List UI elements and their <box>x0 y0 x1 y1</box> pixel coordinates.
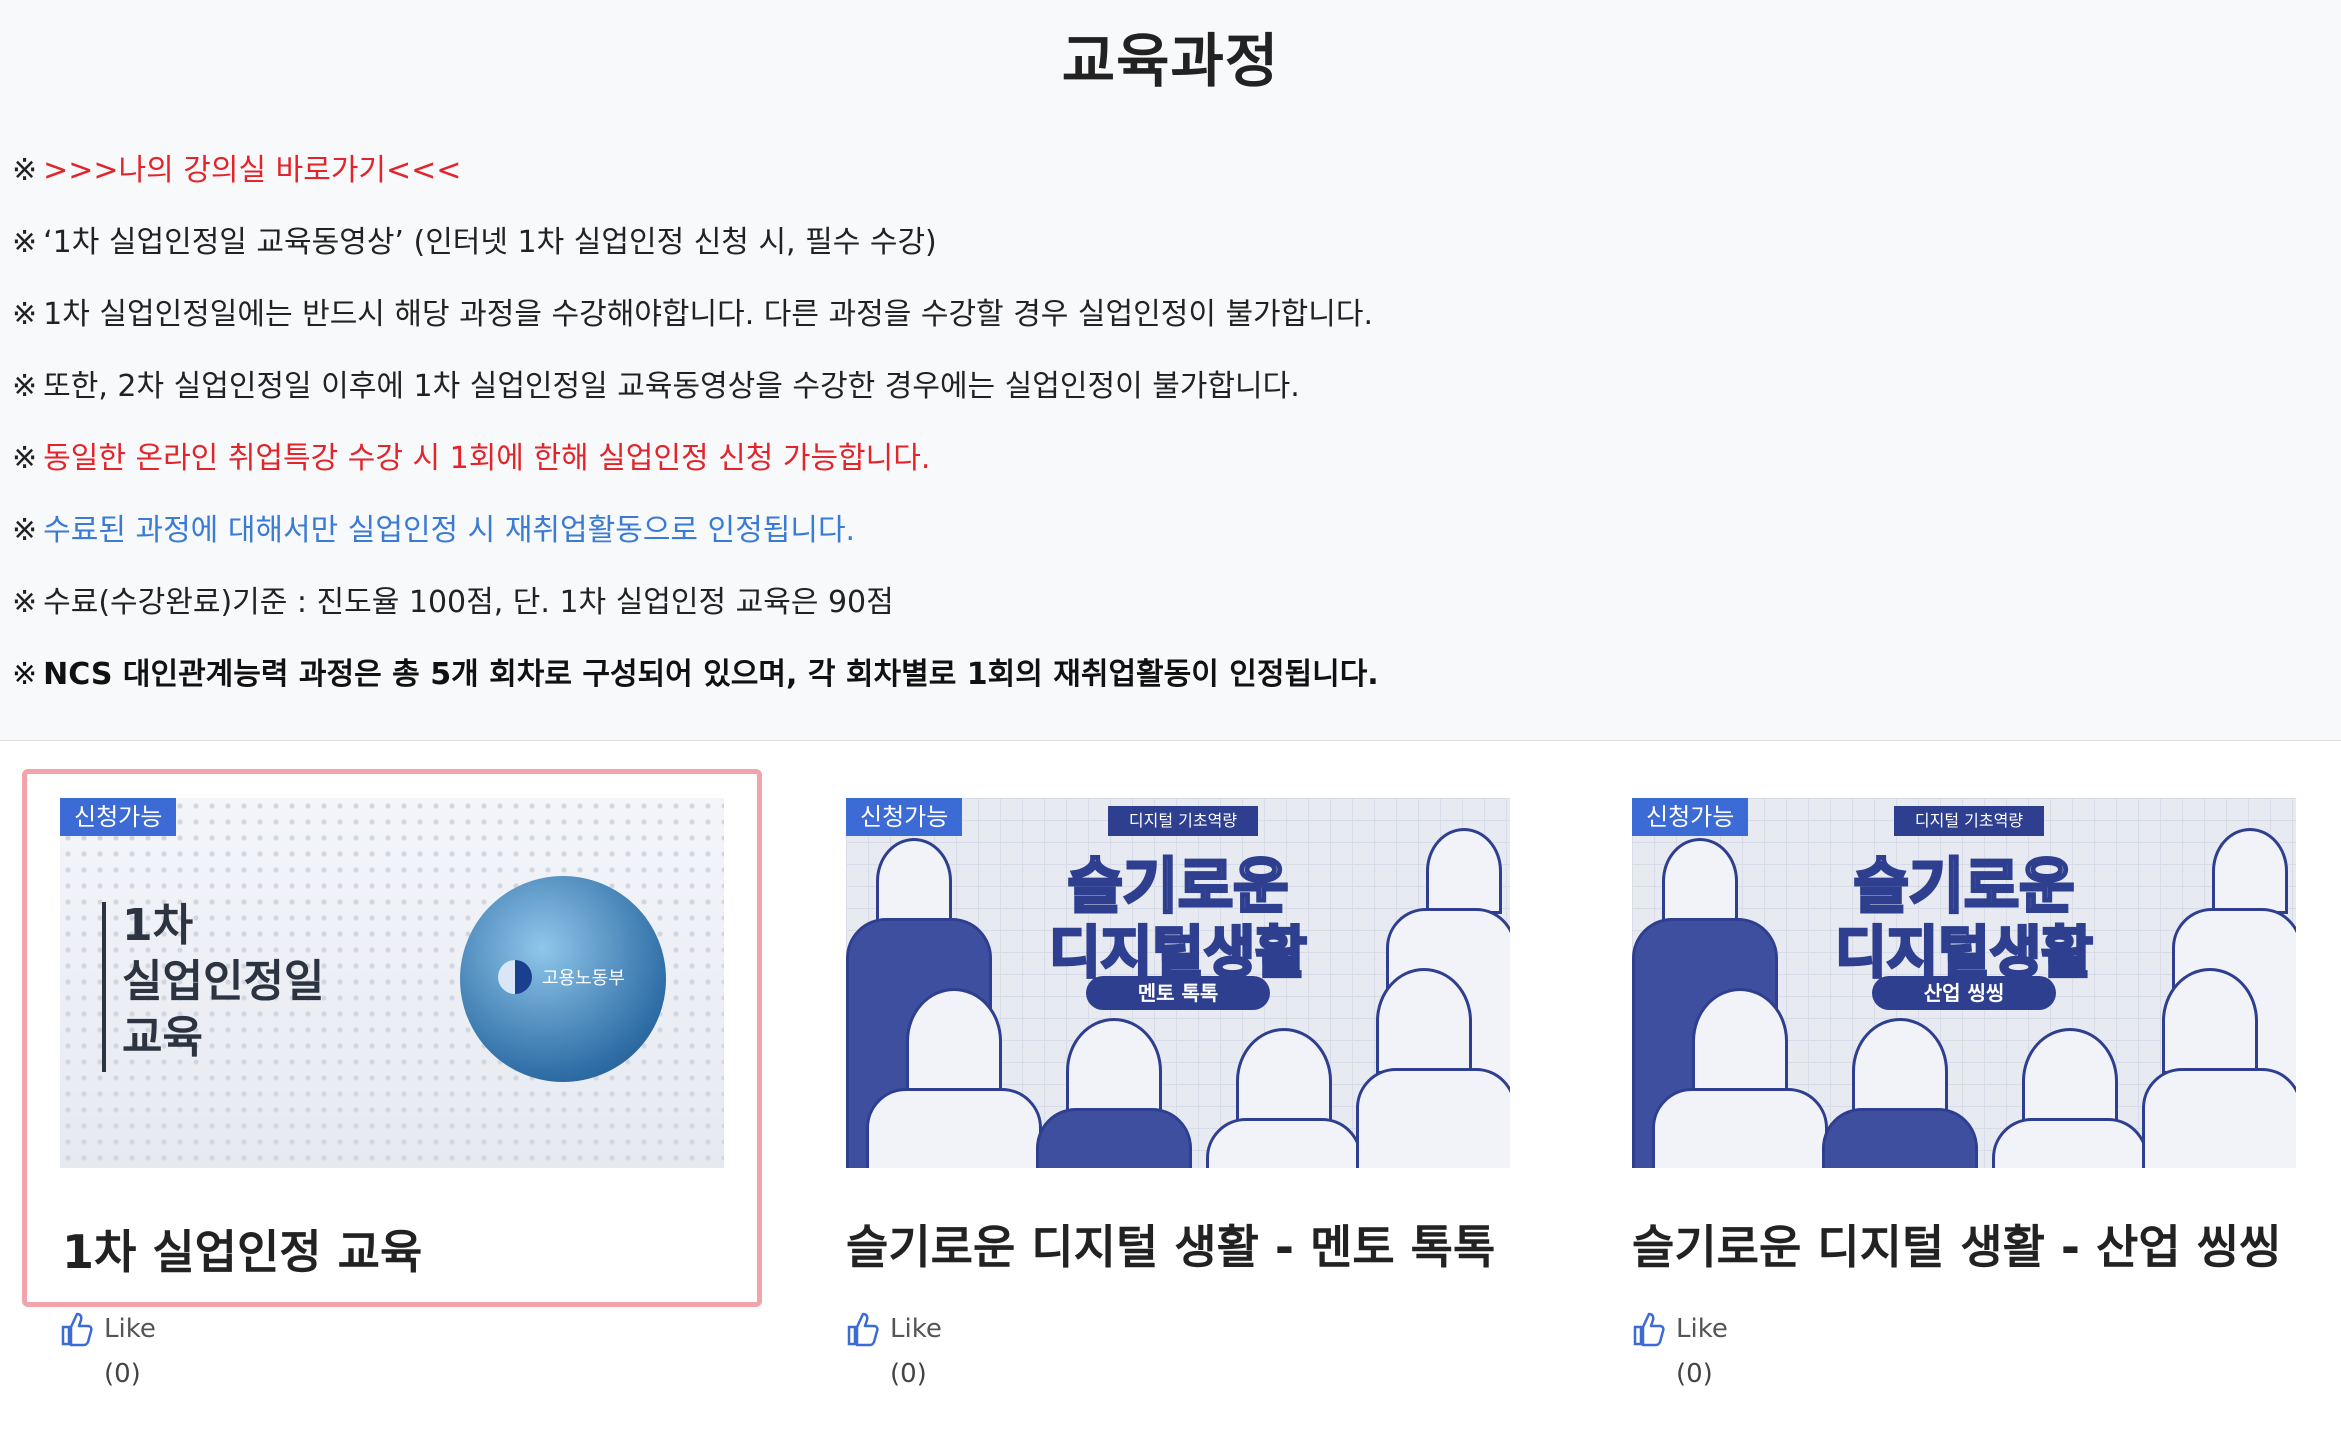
thumbnail-title: 1차 실업인정일 교육 <box>122 898 324 1066</box>
like-label: Like <box>104 1314 156 1344</box>
person-illustration <box>1822 1108 1978 1168</box>
notice-item: ※ ‘1차 실업인정일 교육동영상’ (인터넷 1차 실업인정 신청 시, 필수 … <box>12 217 2332 289</box>
notice-text: NCS 대인관계능력 과정은 총 5개 회차로 구성되어 있으며, 각 회차별로… <box>43 657 1379 692</box>
my-classroom-link[interactable]: >>>나의 강의실 바로가기<<< <box>43 153 461 188</box>
thumbnail-ribbon: 디지털 기초역량 <box>1894 806 2044 836</box>
like-button[interactable]: Like <box>60 1309 156 1349</box>
notice-text: 수료된 과정에 대해서만 실업인정 시 재취업활동으로 인정됩니다. <box>43 513 856 548</box>
notice-text: 1차 실업인정일에는 반드시 해당 과정을 수강해야합니다. 다른 과정을 수강… <box>43 297 1373 332</box>
person-illustration <box>1036 1108 1192 1168</box>
course-title[interactable]: 1차 실업인정 교육 <box>62 1216 422 1282</box>
like-count: (0) <box>104 1359 141 1389</box>
notice-item: ※ 1차 실업인정일에는 반드시 해당 과정을 수강해야합니다. 다른 과정을 수… <box>12 289 2332 361</box>
person-illustration <box>2142 1068 2296 1168</box>
notice-classroom-link[interactable]: ※ >>>나의 강의실 바로가기<<< <box>12 145 2332 217</box>
like-count: (0) <box>1676 1359 1713 1389</box>
thumbs-up-icon <box>847 1312 879 1347</box>
course-thumbnail[interactable]: 신청가능 1차 실업인정일 교육 고용노동부 <box>60 798 724 1168</box>
thumbnail-ribbon: 디지털 기초역량 <box>1108 806 1258 836</box>
course-card: 디지털 기초역량 슬기로운 디지털생활 산업 씽씽 신청가능 슬기로운 디지털 … <box>1572 741 2341 1447</box>
globe-image: 고용노동부 <box>460 876 666 1082</box>
accent-line <box>102 902 106 1072</box>
thumbs-up-icon <box>1633 1312 1665 1347</box>
notice-text: ‘1차 실업인정일 교육동영상’ (인터넷 1차 실업인정 신청 시, 필수 수… <box>43 225 937 260</box>
ministry-logo-icon <box>498 960 532 994</box>
person-illustration <box>866 1088 1042 1168</box>
notice-item-red: ※ 동일한 온라인 취업특강 수강 시 1회에 한해 실업인정 신청 가능합니다. <box>12 433 2332 505</box>
notice-list: ※ >>>나의 강의실 바로가기<<< ※ ‘1차 실업인정일 교육동영상’ (인터… <box>12 145 2332 721</box>
thumbnail-subtitle: 멘토 톡톡 <box>1086 976 1270 1010</box>
course-title[interactable]: 슬기로운 디지털 생활 - 산업 씽씽 <box>1632 1211 2281 1277</box>
notice-mark: ※ <box>12 297 38 332</box>
course-grid: 신청가능 1차 실업인정일 교육 고용노동부 1차 실업인정 교육 Like (… <box>0 740 2341 1447</box>
status-badge: 신청가능 <box>1632 798 1749 836</box>
thumbnail-line: 교육 <box>122 1012 203 1063</box>
person-illustration <box>1652 1088 1828 1168</box>
course-card: 디지털 기초역량 슬기로운 디지털생활 멘토 톡톡 신청가능 슬기로운 디지털 … <box>786 741 1573 1447</box>
ministry-name: 고용노동부 <box>542 968 625 989</box>
person-illustration <box>1356 1068 1510 1168</box>
person-illustration <box>1992 1118 2148 1168</box>
course-thumbnail[interactable]: 디지털 기초역량 슬기로운 디지털생활 산업 씽씽 신청가능 <box>1632 798 2296 1168</box>
course-card: 신청가능 1차 실업인정일 교육 고용노동부 1차 실업인정 교육 Like (… <box>0 741 787 1447</box>
notice-mark: ※ <box>12 657 38 692</box>
notice-mark: ※ <box>12 369 38 404</box>
notice-mark: ※ <box>12 441 38 476</box>
thumbnail-subtitle: 산업 씽씽 <box>1872 976 2056 1010</box>
like-button[interactable]: Like <box>846 1309 942 1349</box>
course-thumbnail[interactable]: 디지털 기초역량 슬기로운 디지털생활 멘토 톡톡 신청가능 <box>846 798 1510 1168</box>
notice-item-bold: ※ NCS 대인관계능력 과정은 총 5개 회차로 구성되어 있으며, 각 회차별… <box>12 649 2332 721</box>
thumbnail-line: 실업인정일 <box>122 956 325 1007</box>
like-label: Like <box>1676 1314 1728 1344</box>
person-illustration <box>1206 1118 1362 1168</box>
thumbs-up-icon <box>61 1312 93 1347</box>
notice-item: ※ 수료(수강완료)기준 : 진도율 100점, 단. 1차 실업인정 교육은 9… <box>12 577 2332 649</box>
notice-mark: ※ <box>12 153 38 188</box>
like-label: Like <box>890 1314 942 1344</box>
notice-text: 또한, 2차 실업인정일 이후에 1차 실업인정일 교육동영상을 수강한 경우에… <box>43 369 1300 404</box>
course-title[interactable]: 슬기로운 디지털 생활 - 멘토 톡톡 <box>846 1211 1495 1277</box>
notice-item: ※ 또한, 2차 실업인정일 이후에 1차 실업인정일 교육동영상을 수강한 경우… <box>12 361 2332 433</box>
notice-text: 동일한 온라인 취업특강 수강 시 1회에 한해 실업인정 신청 가능합니다. <box>43 441 931 476</box>
person-illustration <box>906 988 1002 1094</box>
like-button[interactable]: Like <box>1632 1309 1728 1349</box>
status-badge: 신청가능 <box>846 798 963 836</box>
status-badge: 신청가능 <box>60 798 177 836</box>
notice-item-blue: ※ 수료된 과정에 대해서만 실업인정 시 재취업활동으로 인정됩니다. <box>12 505 2332 577</box>
course-card-link[interactable]: 신청가능 1차 실업인정일 교육 고용노동부 1차 실업인정 교육 <box>22 769 762 1307</box>
notice-mark: ※ <box>12 585 38 620</box>
notice-mark: ※ <box>12 513 38 548</box>
page-title: 교육과정 <box>1061 27 1280 95</box>
notice-mark: ※ <box>12 225 38 260</box>
notice-text: 수료(수강완료)기준 : 진도율 100점, 단. 1차 실업인정 교육은 90… <box>43 585 894 620</box>
like-count: (0) <box>890 1359 927 1389</box>
person-illustration <box>1692 988 1788 1094</box>
thumbnail-line: 1차 <box>122 900 194 951</box>
